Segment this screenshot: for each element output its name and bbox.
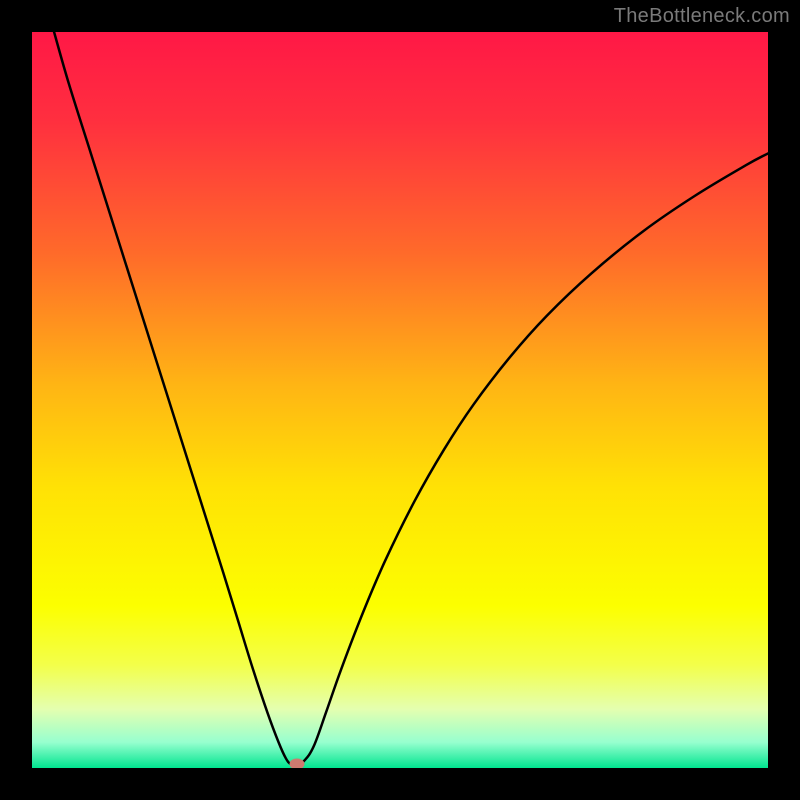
optimal-point-marker bbox=[289, 759, 304, 768]
bottleneck-curve bbox=[54, 32, 768, 765]
plot-area bbox=[32, 32, 768, 768]
curve-layer bbox=[32, 32, 768, 768]
chart-frame: TheBottleneck.com bbox=[0, 0, 800, 800]
watermark-text: TheBottleneck.com bbox=[614, 5, 790, 28]
